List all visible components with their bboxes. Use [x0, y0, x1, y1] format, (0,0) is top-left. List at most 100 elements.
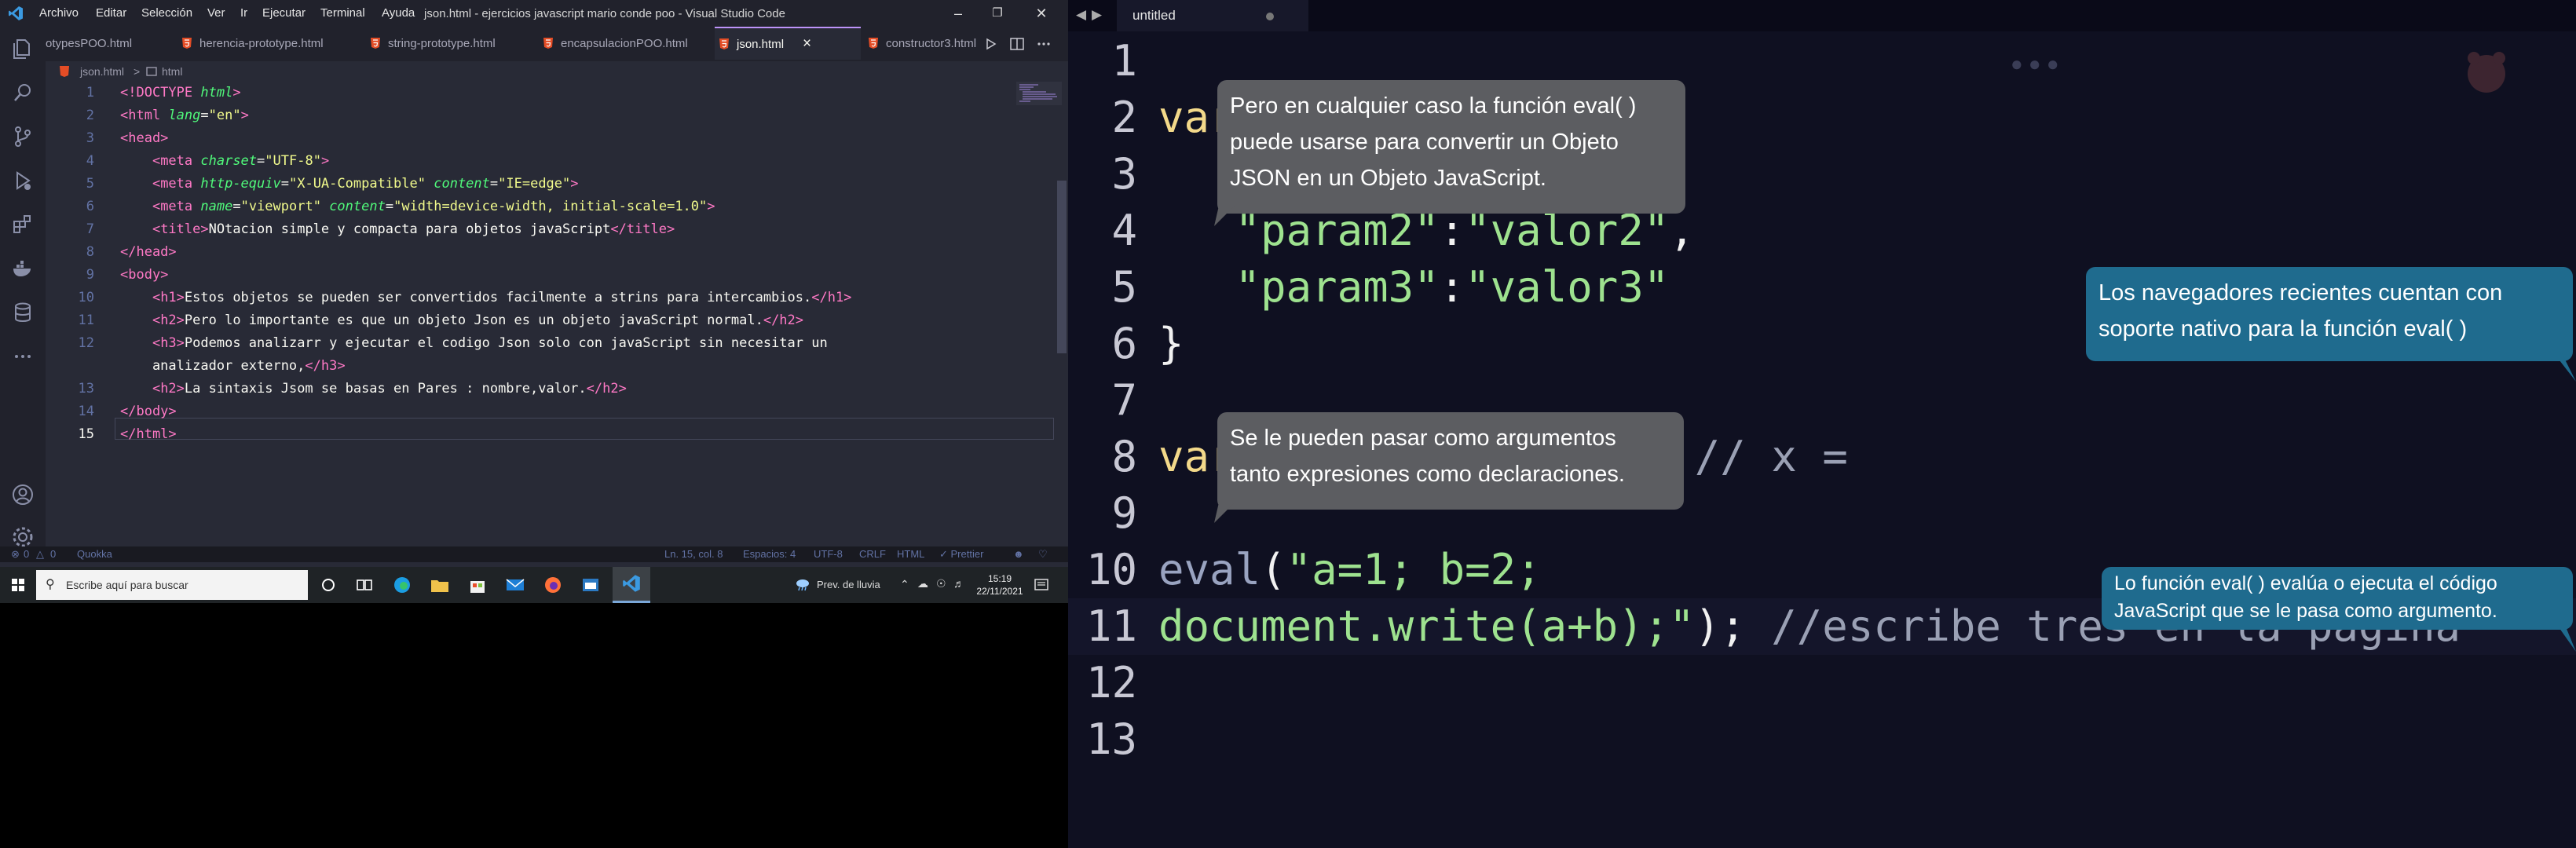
feedback-icon[interactable]: ☻: [1013, 546, 1024, 562]
line-number: 2: [86, 108, 94, 123]
clock[interactable]: 15:19 22/11/2021: [972, 572, 1027, 598]
tab-encapsulacion-poo[interactable]: encapsulacionPOO.html: [539, 27, 740, 61]
restore-icon[interactable]: ❐: [982, 3, 1013, 24]
bubble-tail-icon: [2554, 353, 2576, 382]
vscode-icon: [623, 575, 640, 592]
search-icon[interactable]: [10, 80, 35, 105]
taskbar-search-input[interactable]: ⚲ Escribe aquí para buscar: [36, 570, 308, 600]
tab-json-active[interactable]: json.html ×: [715, 27, 861, 60]
cortana-icon[interactable]: [317, 574, 339, 596]
edge-icon[interactable]: [391, 574, 413, 596]
chat-bubble: Pero en cualquier caso la función eval( …: [1217, 80, 1685, 214]
task-view-icon[interactable]: [353, 574, 375, 596]
firefox-icon[interactable]: [542, 574, 564, 596]
code-line: <title>NOtacion simple y compacta para o…: [152, 221, 675, 237]
breadcrumb-file[interactable]: json.html: [80, 61, 124, 82]
notification-center-icon[interactable]: [1034, 577, 1049, 593]
line-number: 4: [1111, 206, 1137, 255]
chevron-up-icon[interactable]: ⌃: [900, 578, 909, 591]
line-number: 10: [1085, 545, 1137, 594]
code-line: </body>: [120, 404, 177, 419]
breadcrumb-node[interactable]: html: [162, 61, 182, 82]
bubble-tail-icon: [1214, 503, 1235, 523]
warning-icon[interactable]: △: [36, 546, 44, 562]
menu-seleccion[interactable]: Selección: [141, 6, 192, 20]
menu-terminal[interactable]: Terminal: [320, 6, 365, 20]
extensions-icon[interactable]: [10, 212, 35, 237]
app-window-icon[interactable]: [580, 574, 602, 596]
menu-ir[interactable]: Ir: [240, 6, 247, 20]
account-icon[interactable]: [10, 482, 35, 507]
menu-archivo[interactable]: Archivo: [39, 6, 79, 20]
tab-herencia-prototype[interactable]: herencia-prototype.html: [177, 27, 364, 61]
html5-file-icon: [60, 66, 69, 77]
code-line: <meta name="viewport" content="width=dev…: [152, 199, 715, 214]
network-icon[interactable]: ☁: [917, 577, 928, 590]
volume-icon[interactable]: ♬: [953, 577, 964, 590]
breadcrumb-separator: >: [134, 65, 141, 78]
sublime-tab-bar: ◀ ▶ untitled: [1068, 0, 2576, 31]
line-number: 10: [78, 290, 94, 305]
vertical-scrollbar[interactable]: [1057, 181, 1067, 353]
menu-editar[interactable]: Editar: [96, 6, 126, 20]
file-explorer-icon[interactable]: [429, 574, 451, 596]
windows-start-icon[interactable]: [0, 567, 36, 603]
explorer-icon[interactable]: [10, 36, 35, 61]
menu-ver[interactable]: Ver: [207, 6, 225, 20]
end-of-line[interactable]: CRLF: [859, 546, 886, 562]
line-number-current: 15: [78, 426, 94, 442]
indentation[interactable]: Espacios: 4: [743, 546, 796, 562]
weather-status[interactable]: Prev. de lluvia: [817, 567, 880, 603]
html5-file-icon: [869, 38, 878, 49]
encoding[interactable]: UTF-8: [814, 546, 843, 562]
error-count[interactable]: 0: [24, 546, 29, 562]
vscode-logo-icon: [9, 6, 23, 20]
line-number: 11: [1085, 601, 1137, 651]
line-number: 11: [78, 313, 94, 328]
more-icon[interactable]: [10, 344, 35, 369]
chat-bubble-text: Lo función eval( ) evalúa o ejecuta el c…: [2114, 572, 2497, 622]
error-icon[interactable]: ⊗: [11, 546, 20, 562]
code-line: <body>: [120, 267, 169, 283]
prettier-status[interactable]: ✓ Prettier: [939, 546, 983, 562]
search-placeholder: Escribe aquí para buscar: [66, 579, 188, 591]
run-debug-icon[interactable]: [10, 168, 35, 193]
docker-icon[interactable]: [10, 256, 35, 281]
mail-icon[interactable]: [504, 574, 526, 596]
warning-count[interactable]: 0: [50, 546, 56, 562]
code-editor[interactable]: 1 2 3 4 5 6 7 8 9 10 11 12 13 14 15 <!DO…: [46, 82, 1059, 559]
tab-label: constructor3.html: [886, 37, 977, 50]
nav-forward-icon[interactable]: ▶: [1092, 7, 1102, 23]
minimize-icon[interactable]: –: [942, 3, 974, 24]
nav-back-icon[interactable]: ◀: [1076, 7, 1086, 23]
menu-ayuda[interactable]: Ayuda: [382, 6, 415, 20]
line-number: 8: [1111, 432, 1137, 481]
menu-ejecutar[interactable]: Ejecutar: [262, 6, 306, 20]
code-line: analizador externo,</h3>: [120, 358, 346, 374]
chat-bubble-text: Pero en cualquier caso la función eval( …: [1230, 93, 1637, 191]
language-mode[interactable]: HTML: [897, 546, 924, 562]
quokka-status[interactable]: Quokka: [77, 546, 112, 562]
run-icon[interactable]: [985, 38, 997, 50]
globe-icon[interactable]: ☉: [936, 577, 946, 590]
tab-close-icon[interactable]: ×: [803, 35, 811, 52]
line-number: 13: [78, 381, 94, 397]
close-window-icon[interactable]: ✕: [1026, 3, 1057, 24]
line-number: 6: [1111, 319, 1137, 368]
tab-prototypes-poo[interactable]: otypesPOO.html: [46, 27, 185, 61]
unsaved-dot-icon[interactable]: [1266, 13, 1274, 20]
tab-untitled[interactable]: untitled: [1117, 0, 1308, 31]
notifications-bell-icon[interactable]: ♡: [1038, 546, 1048, 562]
split-editor-icon[interactable]: [1010, 38, 1024, 50]
line-number: 9: [86, 267, 94, 283]
code-line: <h2>Pero lo importante es que un objeto …: [152, 313, 804, 328]
store-icon[interactable]: [467, 574, 488, 596]
more-actions-icon[interactable]: [1037, 38, 1051, 50]
clock-time: 15:19: [987, 573, 1012, 584]
cursor-position[interactable]: Ln. 15, col. 8: [664, 546, 723, 562]
minimap[interactable]: [968, 82, 1062, 144]
database-icon[interactable]: [10, 300, 35, 325]
vscode-taskbar-button[interactable]: [613, 567, 650, 603]
source-control-icon[interactable]: [10, 124, 35, 149]
tab-string-prototype[interactable]: string-prototype.html: [366, 27, 558, 61]
